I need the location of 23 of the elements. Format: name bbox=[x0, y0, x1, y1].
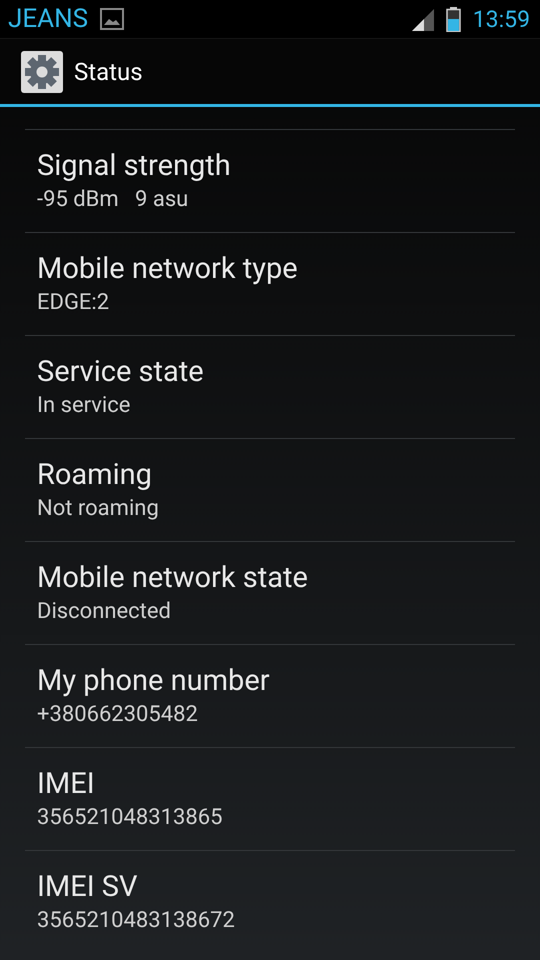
item-title: Mobile network type bbox=[37, 251, 298, 288]
settings-icon[interactable] bbox=[20, 50, 64, 94]
signal-icon bbox=[410, 7, 434, 31]
clock-time: 13:59 bbox=[472, 6, 530, 32]
item-title: IMEI SV bbox=[37, 869, 138, 906]
item-title: IMEI bbox=[37, 766, 95, 803]
image-icon bbox=[100, 8, 124, 30]
item-value: Not roaming bbox=[37, 495, 159, 523]
item-title: My phone number bbox=[37, 663, 270, 700]
item-title: Mobile network state bbox=[37, 560, 308, 597]
carrier-name: JEANS bbox=[8, 4, 88, 34]
item-value: EDGE:2 bbox=[37, 289, 110, 317]
item-value: Disconnected bbox=[37, 598, 171, 626]
item-value: 356521048313865 bbox=[37, 804, 222, 832]
battery-icon bbox=[446, 6, 461, 32]
screen-title: Status bbox=[74, 58, 143, 86]
item-value: 3565210483138672 bbox=[37, 907, 235, 935]
item-value: In service bbox=[37, 392, 130, 420]
item-value: -95 dBm 9 asu bbox=[37, 186, 188, 214]
item-value: +380662305482 bbox=[37, 701, 198, 729]
item-title: Signal strength bbox=[37, 148, 231, 185]
item-title: Roaming bbox=[37, 457, 152, 494]
item-title: Service state bbox=[37, 354, 204, 391]
